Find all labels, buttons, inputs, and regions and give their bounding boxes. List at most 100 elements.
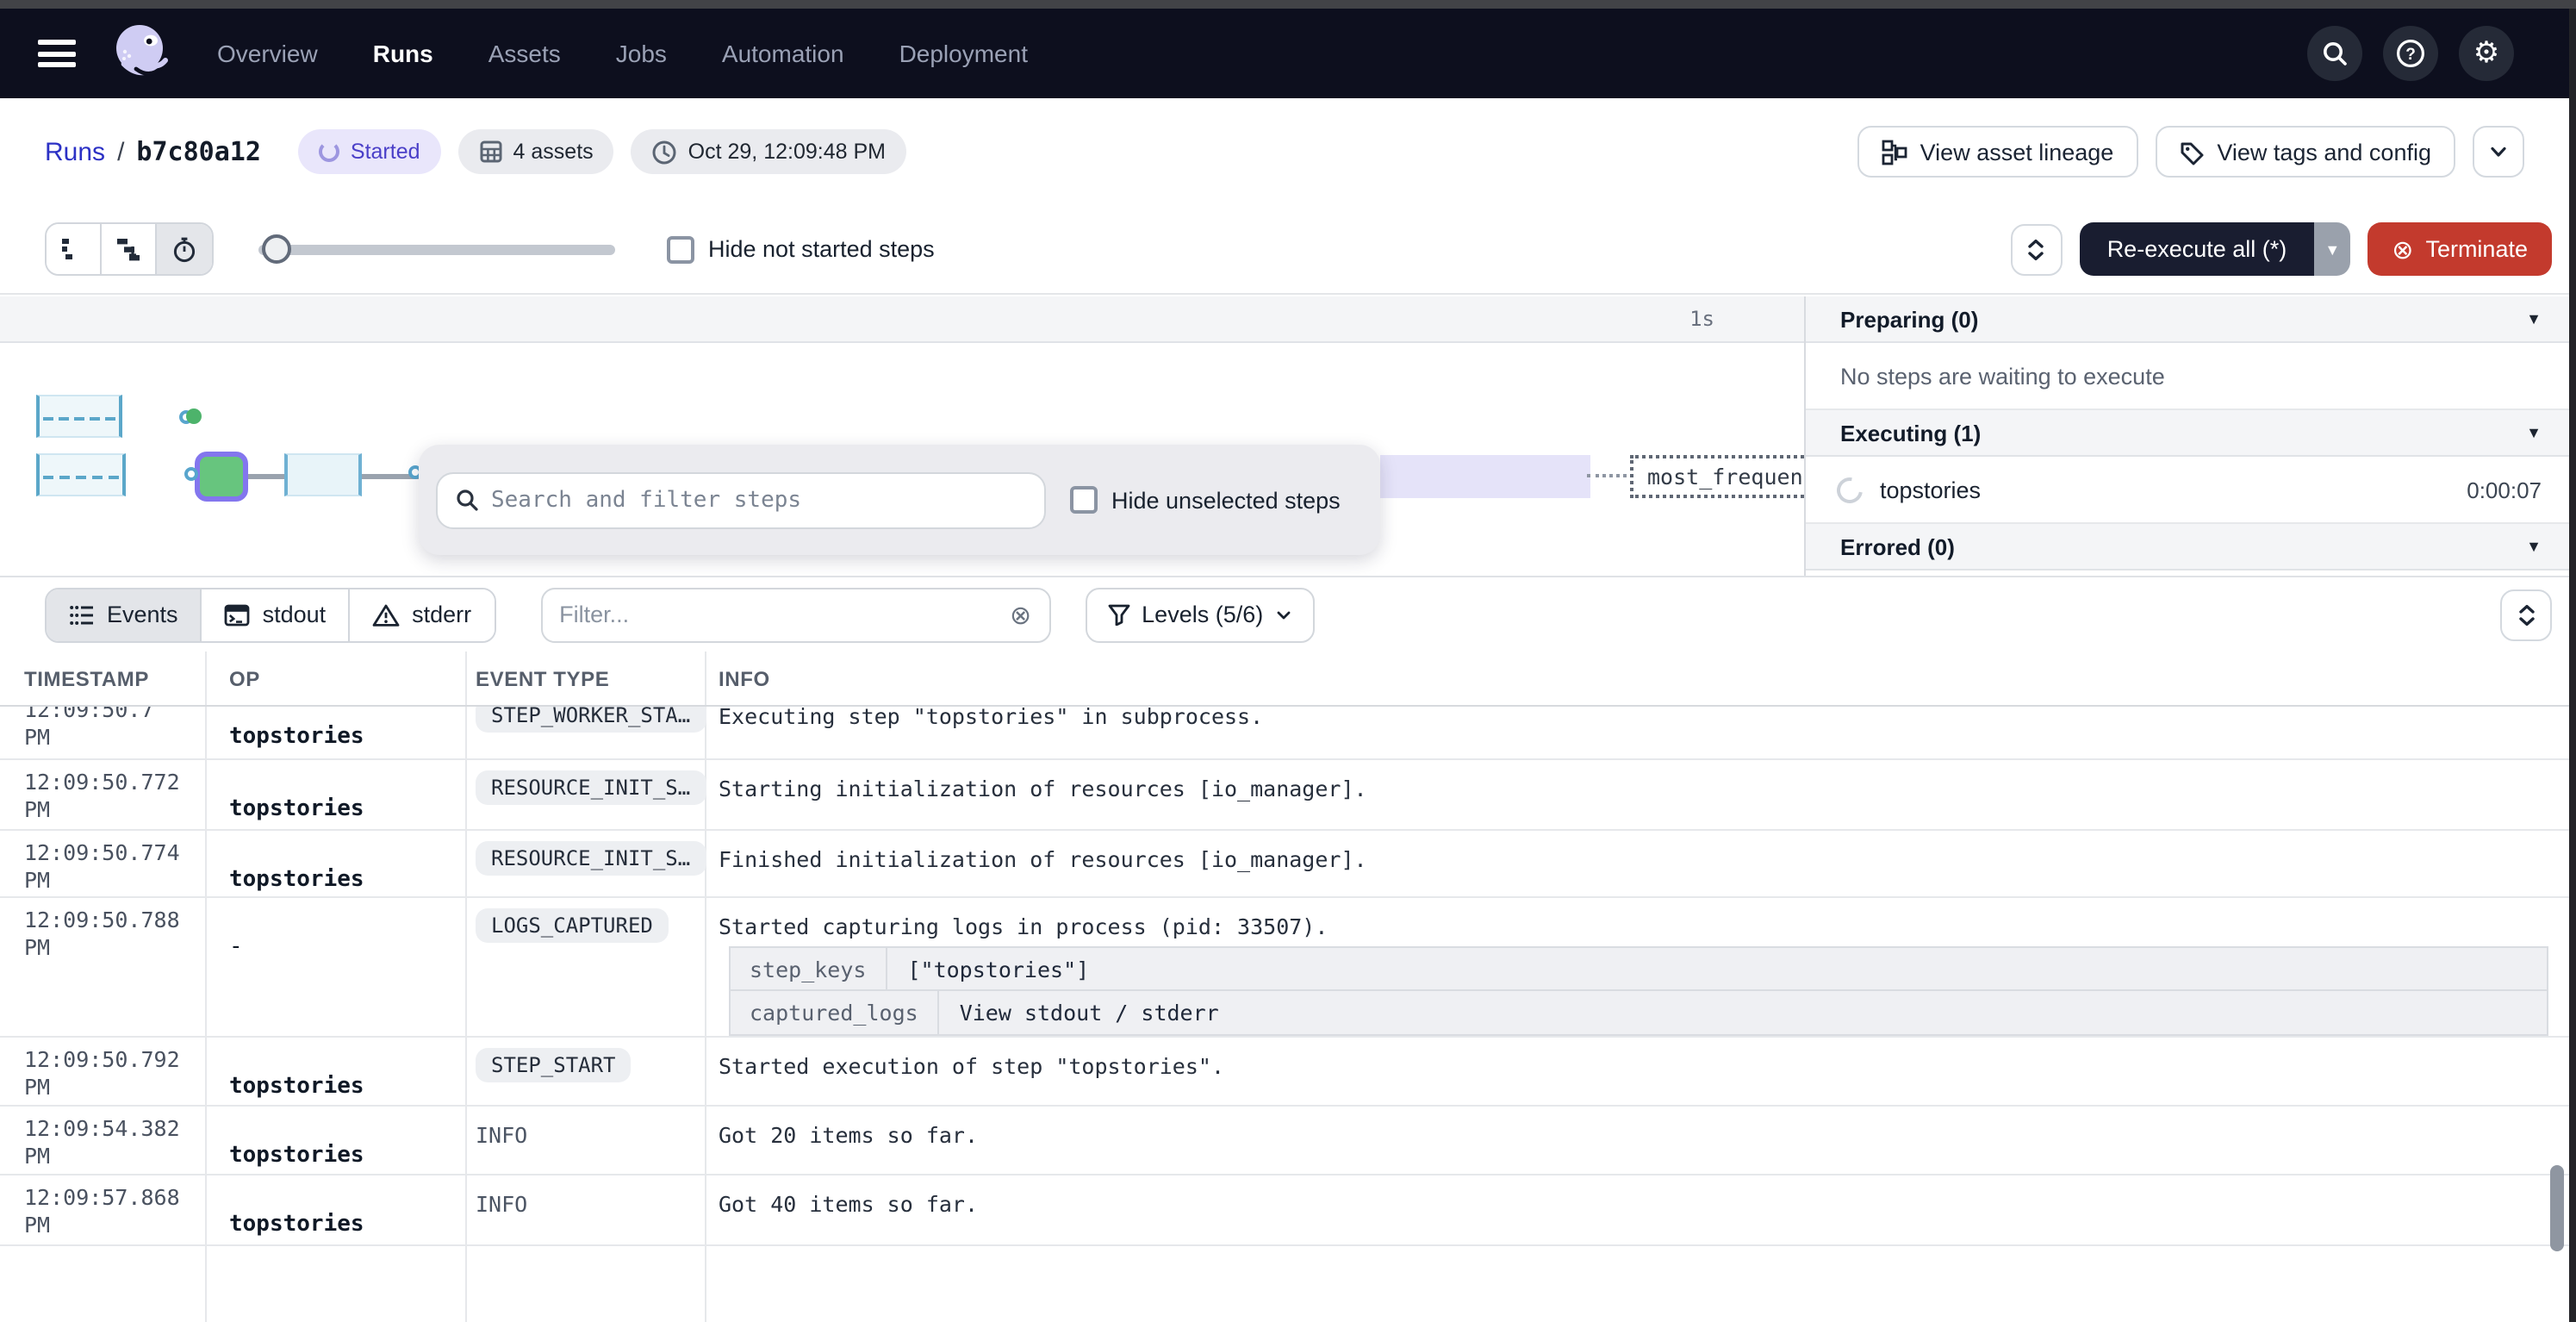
nav-item-automation[interactable]: Automation [722, 40, 844, 67]
collapse-caret-icon: ▼ [2526, 424, 2542, 441]
reexecute-all-button[interactable]: Re-execute all (*) [2080, 222, 2315, 276]
view-stdout-stderr-link[interactable]: View stdout / stderr [939, 1000, 1219, 1026]
clear-filter-icon[interactable]: ⊗ [1010, 599, 1031, 630]
search-icon[interactable] [2307, 26, 2362, 81]
nav-item-overview[interactable]: Overview [217, 40, 318, 67]
hide-unselected-label: Hide unselected steps [1111, 487, 1341, 513]
table-row[interactable]: 12:09:50.788PM - LOGS_CAPTURED Started c… [0, 898, 2569, 1038]
timed-view-icon[interactable] [157, 224, 212, 274]
run-more-actions-button[interactable] [2473, 126, 2524, 178]
step-label-most-frequent[interactable]: most_frequent [1630, 455, 1804, 498]
completed-step-dot[interactable] [186, 408, 202, 424]
tag-icon [2179, 139, 2205, 165]
view-tags-config-button[interactable]: View tags and config [2155, 126, 2455, 178]
slider-thumb[interactable] [262, 234, 291, 264]
not-started-step-box[interactable] [36, 395, 122, 438]
terminal-icon [225, 602, 251, 627]
table-row[interactable]: 12:09:50.7PM topstories STEP_WORKER_STA…… [0, 707, 2569, 760]
table-row[interactable]: 12:09:50.772PM topstories RESOURCE_INIT_… [0, 760, 2569, 831]
gantt-timeline-band: 1s [0, 296, 1804, 343]
executing-step-box-selected[interactable] [195, 452, 248, 502]
hide-not-started-label: Hide not started steps [708, 236, 935, 262]
breadcrumb-runs-link[interactable]: Runs [45, 137, 105, 166]
table-row[interactable]: 12:09:50.792PM topstories STEP_START Sta… [0, 1038, 2569, 1107]
waterfall-view-icon[interactable] [102, 224, 157, 274]
event-type-chip: STEP_START [476, 1048, 632, 1082]
log-filter-input[interactable] [559, 602, 1010, 627]
lineage-icon [1882, 139, 1908, 165]
table-row[interactable]: 12:09:50.774PM topstories RESOURCE_INIT_… [0, 831, 2569, 898]
table-header-row: TIMESTAMP OP EVENT TYPE INFO [0, 652, 2569, 707]
nav-item-runs[interactable]: Runs [373, 40, 433, 67]
event-type-chip: LOGS_CAPTURED [476, 908, 669, 943]
step-name: topstories [1880, 477, 1981, 502]
event-level-label: INFO [476, 1122, 527, 1148]
tab-stderr[interactable]: stderr [350, 589, 494, 640]
log-filter-box[interactable]: ⊗ [540, 587, 1050, 642]
hamburger-menu-icon[interactable] [38, 40, 76, 67]
logs-expand-button[interactable] [2500, 589, 2552, 640]
not-started-step-box[interactable] [36, 453, 126, 496]
dotted-dependency-line [1587, 474, 1633, 477]
run-header-actions: View asset lineage View tags and config [1858, 126, 2524, 178]
step-search-input[interactable] [491, 487, 1027, 513]
tab-events[interactable]: Events [47, 589, 202, 640]
gantt-expand-button[interactable] [2011, 223, 2063, 275]
metadata-key: captured_logs [731, 991, 939, 1034]
assets-badge[interactable]: 4 assets [458, 129, 614, 174]
window-top-edge [0, 0, 2576, 9]
view-asset-lineage-button[interactable]: View asset lineage [1858, 126, 2138, 178]
settings-gear-icon[interactable]: ⚙ [2459, 26, 2514, 81]
slider-track[interactable] [258, 245, 615, 255]
errored-section-header[interactable]: Errored (0)▼ [1806, 524, 2569, 571]
run-header: Runs / b7c80a12 Started 4 assets Oct 29,… [0, 98, 2576, 205]
status-badge: Started [299, 129, 441, 174]
breadcrumb-separator: / [117, 137, 124, 166]
event-metadata-table: step_keys ["topstories"] captured_logs V… [729, 946, 2548, 1036]
executing-section-header[interactable]: Executing (1)▼ [1806, 410, 2569, 457]
status-spinner-icon [320, 141, 340, 162]
dependency-node-icon [184, 467, 198, 481]
terminate-icon: ⊗ [2392, 234, 2413, 265]
event-type-chip: RESOURCE_INIT_S… [476, 770, 706, 805]
chevron-down-icon [1275, 606, 1292, 623]
tab-stdout[interactable]: stdout [202, 589, 351, 640]
window-right-edge [2569, 9, 2576, 1322]
gantt-canvas[interactable]: most_frequent Hide unselected steps [0, 343, 1804, 576]
up-down-chevrons-icon [2027, 237, 2046, 261]
nav-item-jobs[interactable]: Jobs [616, 40, 667, 67]
collapse-caret-icon: ▼ [2526, 538, 2542, 555]
step-search-box[interactable] [436, 471, 1046, 528]
gantt-view-mode-group [45, 222, 214, 276]
dagster-logo-icon[interactable] [107, 19, 176, 88]
hide-unselected-checkbox[interactable] [1070, 486, 1098, 514]
top-nav: Overview Runs Assets Jobs Automation Dep… [0, 9, 2576, 98]
funnel-icon [1107, 603, 1129, 626]
vertical-scrollbar[interactable] [2550, 1165, 2564, 1251]
table-row[interactable]: 12:09:54.382PM topstories INFO Got 20 it… [0, 1107, 2569, 1175]
col-op: OP [229, 667, 260, 691]
levels-dropdown[interactable]: Levels (5/6) [1085, 587, 1315, 642]
nav-item-deployment[interactable]: Deployment [899, 40, 1028, 67]
selected-row-highlight [1380, 455, 1590, 498]
reexecute-dropdown-button[interactable]: ▼ [2314, 222, 2350, 276]
col-timestamp: TIMESTAMP [24, 667, 149, 691]
help-icon[interactable]: ? [2383, 26, 2438, 81]
up-down-chevrons-icon [2517, 602, 2536, 627]
terminate-button[interactable]: ⊗ Terminate [2368, 222, 2552, 276]
gantt-zoom-slider[interactable] [258, 234, 615, 264]
executing-step-row[interactable]: topstories 0:00:07 [1806, 457, 2569, 524]
running-step-bar[interactable] [284, 453, 362, 496]
hide-not-started-checkbox[interactable] [667, 235, 694, 263]
event-type-chip: STEP_WORKER_STA… [476, 707, 706, 733]
event-level-label: INFO [476, 1191, 527, 1217]
step-elapsed-time: 0:00:07 [2467, 477, 2542, 502]
col-info: INFO [719, 667, 770, 691]
step-spinner-icon [1832, 471, 1868, 508]
event-log-table: TIMESTAMP OP EVENT TYPE INFO 12:09:50.7P… [0, 652, 2569, 1322]
table-row[interactable]: 12:09:57.868PM topstories INFO Got 40 it… [0, 1175, 2569, 1246]
preparing-section-header[interactable]: Preparing (0)▼ [1806, 296, 2569, 343]
flat-view-icon[interactable] [47, 224, 102, 274]
nav-item-assets[interactable]: Assets [488, 40, 561, 67]
collapse-caret-icon: ▼ [2526, 310, 2542, 327]
